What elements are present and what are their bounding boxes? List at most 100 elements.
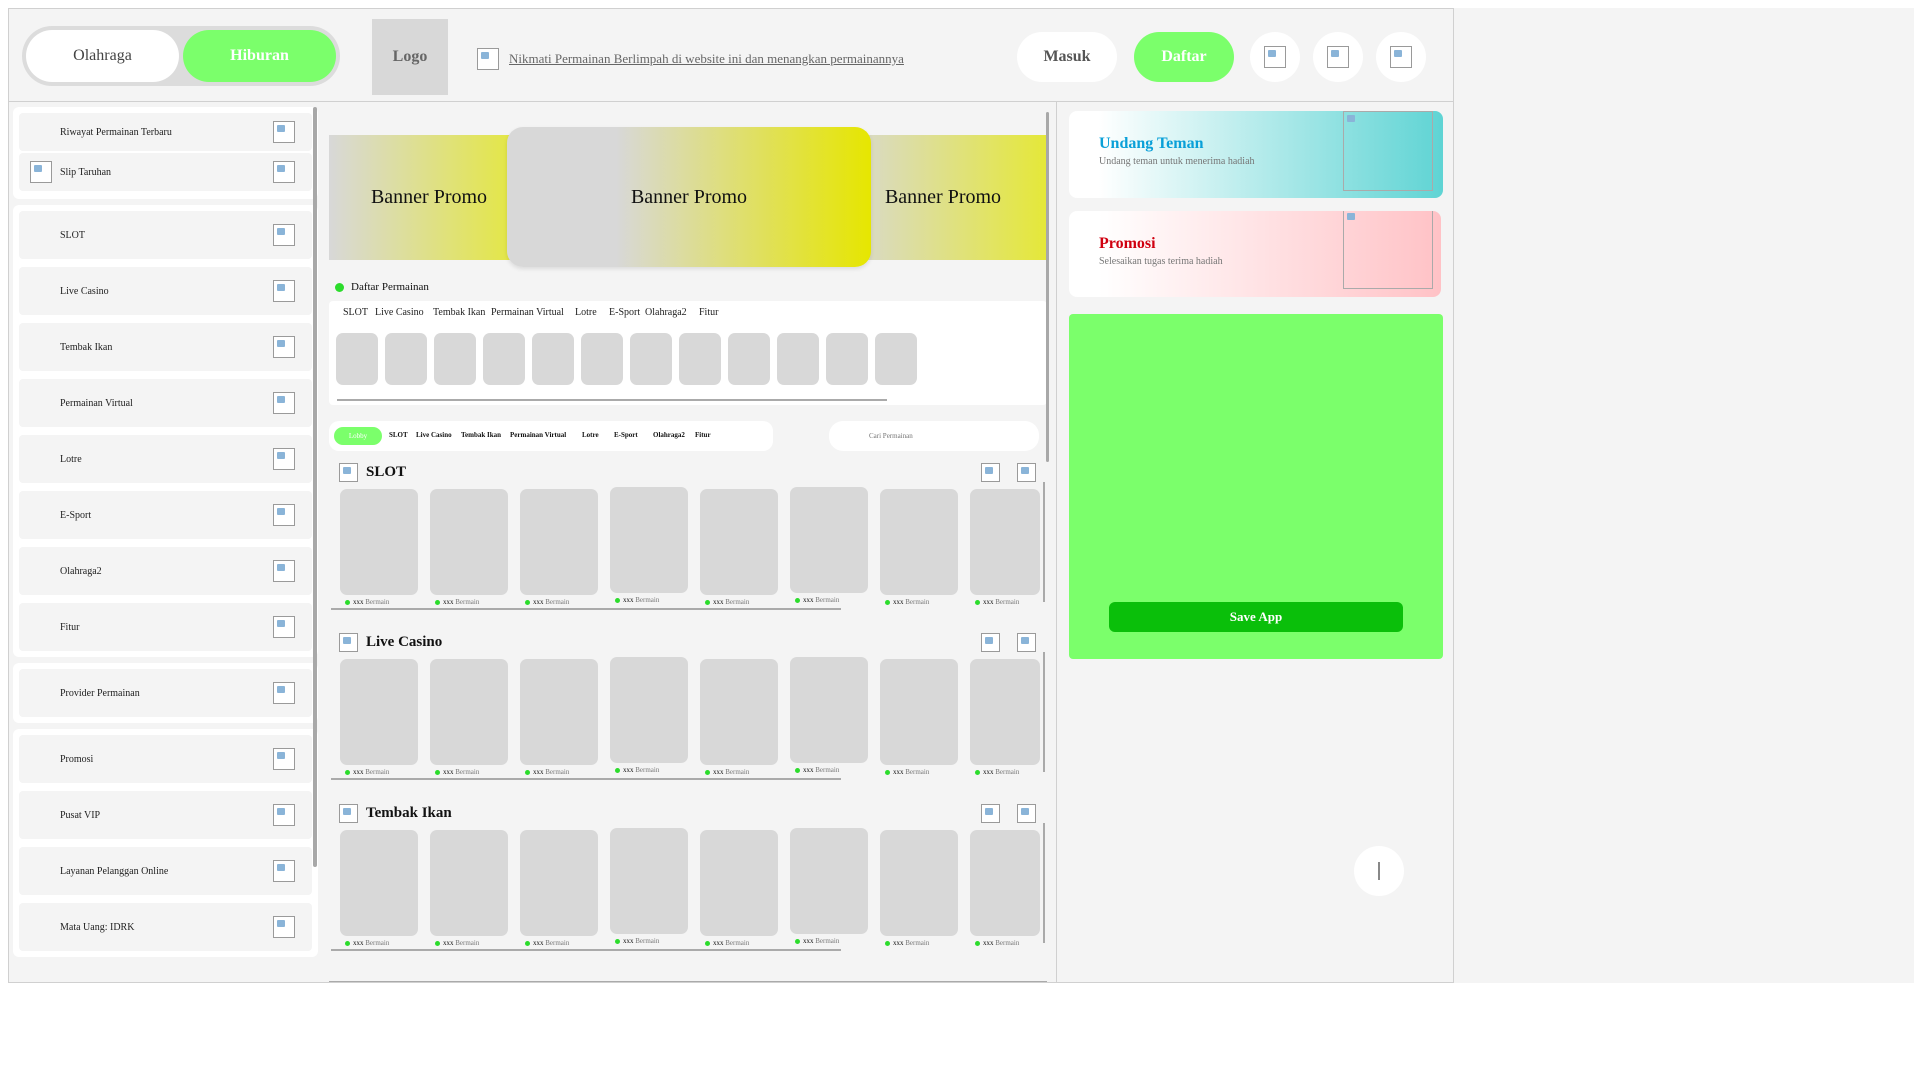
game-list-tab[interactable]: SLOT — [343, 307, 368, 318]
game-card[interactable] — [610, 657, 688, 763]
sidebar-item-slip[interactable]: Slip Taruhan — [19, 153, 312, 191]
login-button[interactable]: Masuk — [1017, 32, 1117, 82]
sidebar-item-game-6[interactable]: Olahraga2 — [19, 547, 312, 595]
section-vscrollbar[interactable] — [1043, 482, 1045, 602]
game-card[interactable] — [340, 830, 418, 936]
tab-item[interactable]: Tembak Ikan — [461, 431, 501, 439]
game-card[interactable] — [520, 659, 598, 765]
tab-item[interactable]: Olahraga2 — [653, 431, 685, 439]
game-card[interactable] — [430, 659, 508, 765]
game-thumbnail[interactable] — [532, 333, 574, 385]
promo-card[interactable]: Promosi Selesaikan tugas terima hadiah — [1069, 211, 1441, 297]
game-list-tab[interactable]: Tembak Ikan — [433, 307, 485, 318]
game-list-tab[interactable]: Live Casino — [375, 307, 424, 318]
game-thumbnail[interactable] — [728, 333, 770, 385]
game-thumbnail[interactable] — [826, 333, 868, 385]
game-card[interactable] — [790, 657, 868, 763]
game-card[interactable] — [970, 830, 1040, 936]
tab-lobby[interactable]: Lobby — [334, 427, 382, 445]
game-list-tab[interactable]: Olahraga2 — [645, 307, 687, 318]
sidebar-item-game-1[interactable]: Live Casino — [19, 267, 312, 315]
game-thumbnail[interactable] — [581, 333, 623, 385]
game-card[interactable] — [520, 489, 598, 595]
game-card[interactable] — [430, 830, 508, 936]
tab-item[interactable]: Permainan Virtual — [510, 431, 566, 439]
header-icon-button-2[interactable] — [1313, 32, 1363, 82]
toggle-hiburan[interactable]: Hiburan — [183, 30, 336, 82]
tab-item[interactable]: SLOT — [389, 431, 408, 439]
section-next-button[interactable] — [1017, 633, 1036, 652]
logo[interactable]: Logo — [372, 19, 448, 95]
sidebar-item-riwayat[interactable]: Riwayat Permainan Terbaru — [19, 113, 312, 151]
sidebar-item-misc-1[interactable]: Pusat VIP — [19, 791, 312, 839]
game-card[interactable] — [340, 489, 418, 595]
main-scrollbar[interactable] — [1046, 112, 1049, 462]
register-button[interactable]: Daftar — [1134, 32, 1234, 82]
toggle-olahraga[interactable]: Olahraga — [26, 30, 179, 82]
header-icon-button-1[interactable] — [1250, 32, 1300, 82]
sidebar-item-game-5[interactable]: E-Sport — [19, 491, 312, 539]
game-thumbnail[interactable] — [777, 333, 819, 385]
sidebar-item-misc-2[interactable]: Layanan Pelanggan Online — [19, 847, 312, 895]
game-card[interactable] — [430, 489, 508, 595]
sidebar-item-game-2[interactable]: Tembak Ikan — [19, 323, 312, 371]
tab-item[interactable]: Fitur — [695, 431, 711, 439]
sidebar-item-game-7[interactable]: Fitur — [19, 603, 312, 651]
game-thumbnail[interactable] — [434, 333, 476, 385]
game-card[interactable] — [340, 659, 418, 765]
tab-item[interactable]: Live Casino — [416, 431, 452, 439]
section-next-button[interactable] — [1017, 804, 1036, 823]
banner-carousel[interactable]: Banner Promo Banner Promo Banner Promo — [329, 127, 1047, 267]
section-next-button[interactable] — [1017, 463, 1036, 482]
section-scrollbar[interactable] — [331, 949, 841, 951]
game-list-tab[interactable]: Fitur — [699, 307, 718, 318]
sidebar-item-misc-0[interactable]: Promosi — [19, 735, 312, 783]
header-icon-button-3[interactable] — [1376, 32, 1426, 82]
banner-promo-left[interactable]: Banner Promo — [329, 135, 529, 260]
game-thumbnail[interactable] — [875, 333, 917, 385]
game-card[interactable] — [970, 659, 1040, 765]
game-card[interactable] — [520, 830, 598, 936]
game-card[interactable] — [610, 487, 688, 593]
floating-action-button[interactable] — [1354, 846, 1404, 896]
section-prev-button[interactable] — [981, 463, 1000, 482]
banner-promo-center[interactable]: Banner Promo — [507, 127, 871, 267]
game-list-tab[interactable]: E-Sport — [609, 307, 640, 318]
game-list-scrollbar[interactable] — [337, 399, 887, 401]
game-list-tab[interactable]: Lotre — [575, 307, 597, 318]
game-thumbnail[interactable] — [336, 333, 378, 385]
section-prev-button[interactable] — [981, 633, 1000, 652]
game-card[interactable] — [790, 487, 868, 593]
search-input[interactable] — [829, 421, 1039, 451]
announcement-text[interactable]: Nikmati Permainan Berlimpah di website i… — [509, 51, 904, 67]
invite-friends-card[interactable]: Undang Teman Undang teman untuk menerima… — [1069, 111, 1443, 198]
sidebar-item-misc-3[interactable]: Mata Uang: IDRK — [19, 903, 312, 951]
game-thumbnail[interactable] — [483, 333, 525, 385]
tab-item[interactable]: E-Sport — [614, 431, 638, 439]
game-card[interactable] — [610, 828, 688, 934]
sidebar-scrollbar[interactable] — [313, 107, 317, 867]
section-scrollbar[interactable] — [331, 778, 841, 780]
game-card[interactable] — [970, 489, 1040, 595]
game-card[interactable] — [880, 830, 958, 936]
game-card[interactable] — [700, 659, 778, 765]
section-prev-button[interactable] — [981, 804, 1000, 823]
game-thumbnail[interactable] — [630, 333, 672, 385]
game-card[interactable] — [880, 659, 958, 765]
game-thumbnail[interactable] — [385, 333, 427, 385]
sidebar-item-game-3[interactable]: Permainan Virtual — [19, 379, 312, 427]
game-card[interactable] — [790, 828, 868, 934]
sidebar-item-provider-0[interactable]: Provider Permainan — [19, 669, 312, 717]
section-scrollbar[interactable] — [331, 608, 841, 610]
game-thumbnail[interactable] — [679, 333, 721, 385]
game-card[interactable] — [700, 830, 778, 936]
game-card[interactable] — [700, 489, 778, 595]
tab-item[interactable]: Lotre — [582, 431, 599, 439]
section-vscrollbar[interactable] — [1043, 652, 1045, 772]
save-app-button[interactable]: Save App — [1109, 602, 1403, 632]
sidebar-item-game-4[interactable]: Lotre — [19, 435, 312, 483]
sidebar-item-game-0[interactable]: SLOT — [19, 211, 312, 259]
game-list-tab[interactable]: Permainan Virtual — [491, 307, 564, 318]
section-vscrollbar[interactable] — [1043, 823, 1045, 943]
game-card[interactable] — [880, 489, 958, 595]
